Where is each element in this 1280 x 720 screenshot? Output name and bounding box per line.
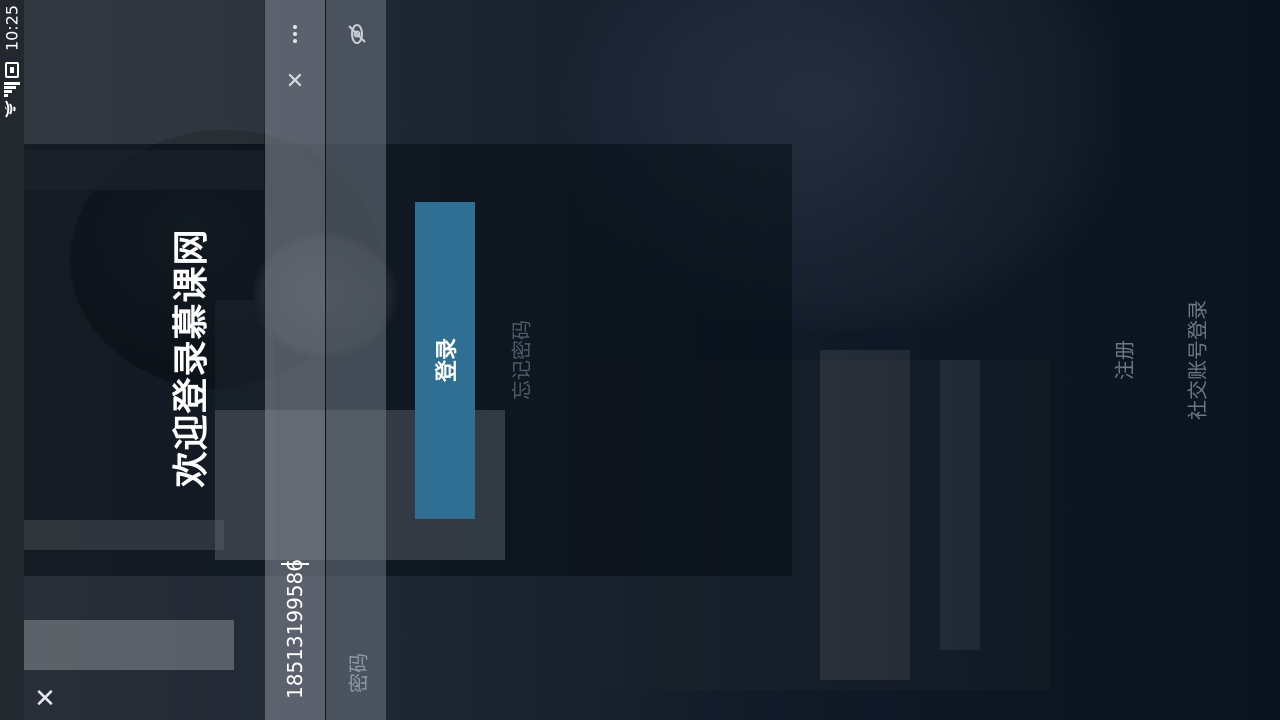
eye-off-icon[interactable] xyxy=(337,14,377,54)
battery-icon xyxy=(5,62,19,78)
status-bar: 10:25 xyxy=(0,0,24,720)
password-placeholder[interactable]: 密码 xyxy=(343,653,372,693)
wifi-icon xyxy=(4,100,20,118)
status-time: 10:25 xyxy=(2,4,22,52)
status-icons xyxy=(3,62,21,120)
signal-icon xyxy=(4,82,20,97)
password-input[interactable] xyxy=(326,0,386,720)
text-cursor xyxy=(281,563,309,565)
close-icon[interactable]: ✕ xyxy=(25,679,65,719)
clear-icon[interactable]: ✕ xyxy=(275,61,315,101)
page-title: 欢迎登录慕课网 xyxy=(171,228,212,488)
register-link[interactable]: 注册 xyxy=(1109,340,1138,380)
forgot-password-link[interactable]: 忘记密码 xyxy=(506,320,535,400)
more-vertical-icon[interactable] xyxy=(275,14,315,54)
login-button-label[interactable]: 登录 xyxy=(429,338,461,382)
social-login-link[interactable]: 社交账号登录 xyxy=(1182,300,1211,420)
content-overlay xyxy=(24,144,792,576)
top-overlay xyxy=(24,0,264,144)
phone-input-value[interactable]: 18513199586 xyxy=(283,559,307,699)
